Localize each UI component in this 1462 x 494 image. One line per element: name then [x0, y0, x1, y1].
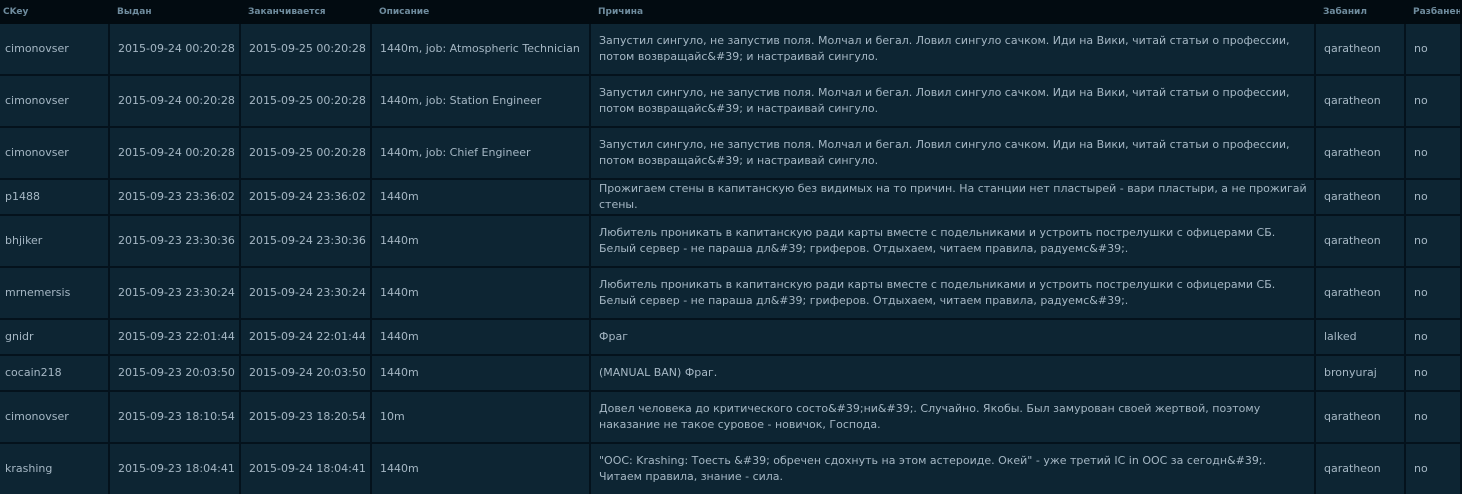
- cell-description: 1440m, job: Chief Engineer: [372, 128, 591, 180]
- table-row: p1488 2015-09-23 23:36:02 2015-09-24 23:…: [0, 180, 1462, 216]
- cell-issued: 2015-09-23 23:36:02: [110, 180, 241, 216]
- table-row: cimonovser 2015-09-23 18:10:54 2015-09-2…: [0, 392, 1462, 444]
- cell-reason: Прожигаем стены в капитанскую без видимы…: [591, 180, 1316, 216]
- table-row: cimonovser 2015-09-24 00:20:28 2015-09-2…: [0, 128, 1462, 180]
- cell-description: 1440m, job: Atmospheric Technician: [372, 24, 591, 76]
- cell-reason: Запустил сингуло, не запустив поля. Молч…: [591, 24, 1316, 76]
- cell-description: 1440m, job: Station Engineer: [372, 76, 591, 128]
- cell-admin: qaratheon: [1316, 216, 1406, 268]
- cell-issued: 2015-09-24 00:20:28: [110, 76, 241, 128]
- cell-admin: qaratheon: [1316, 24, 1406, 76]
- cell-expires: 2015-09-23 18:20:54: [241, 392, 372, 444]
- cell-ckey: krashing: [0, 444, 110, 494]
- cell-ckey: cocain218: [0, 356, 110, 392]
- ban-table: CKey Выдан Заканчивается Описание Причин…: [0, 0, 1462, 494]
- cell-ckey: cimonovser: [0, 392, 110, 444]
- cell-unbanned: no: [1406, 24, 1462, 76]
- cell-issued: 2015-09-23 20:03:50: [110, 356, 241, 392]
- cell-description: 1440m: [372, 180, 591, 216]
- cell-ckey: bhjiker: [0, 216, 110, 268]
- cell-description: 10m: [372, 392, 591, 444]
- cell-admin: bronyuraj: [1316, 356, 1406, 392]
- cell-admin: qaratheon: [1316, 76, 1406, 128]
- cell-unbanned: no: [1406, 444, 1462, 494]
- cell-expires: 2015-09-25 00:20:28: [241, 128, 372, 180]
- cell-unbanned: no: [1406, 320, 1462, 356]
- cell-unbanned: no: [1406, 76, 1462, 128]
- cell-reason: "OOC: Krashing: Тоесть &#39; обречен сдо…: [591, 444, 1316, 494]
- cell-reason: Любитель проникать в капитанскую ради ка…: [591, 216, 1316, 268]
- table-row: cimonovser 2015-09-24 00:20:28 2015-09-2…: [0, 76, 1462, 128]
- ban-list-page: CKey Выдан Заканчивается Описание Причин…: [0, 0, 1462, 494]
- cell-description: 1440m: [372, 444, 591, 494]
- cell-admin: qaratheon: [1316, 444, 1406, 494]
- cell-ckey: cimonovser: [0, 128, 110, 180]
- cell-issued: 2015-09-23 23:30:24: [110, 268, 241, 320]
- cell-reason: Запустил сингуло, не запустив поля. Молч…: [591, 76, 1316, 128]
- column-header-issued[interactable]: Выдан: [110, 0, 241, 24]
- cell-issued: 2015-09-24 00:20:28: [110, 128, 241, 180]
- ban-table-header: CKey Выдан Заканчивается Описание Причин…: [0, 0, 1462, 24]
- cell-expires: 2015-09-25 00:20:28: [241, 24, 372, 76]
- cell-admin: lalked: [1316, 320, 1406, 356]
- cell-unbanned: no: [1406, 128, 1462, 180]
- cell-description: 1440m: [372, 268, 591, 320]
- table-row: mrnemersis 2015-09-23 23:30:24 2015-09-2…: [0, 268, 1462, 320]
- column-header-description[interactable]: Описание: [372, 0, 591, 24]
- cell-issued: 2015-09-23 23:30:36: [110, 216, 241, 268]
- cell-expires: 2015-09-24 22:01:44: [241, 320, 372, 356]
- cell-expires: 2015-09-25 00:20:28: [241, 76, 372, 128]
- column-header-expires[interactable]: Заканчивается: [241, 0, 372, 24]
- cell-unbanned: no: [1406, 180, 1462, 216]
- table-row: gnidr 2015-09-23 22:01:44 2015-09-24 22:…: [0, 320, 1462, 356]
- cell-ckey: gnidr: [0, 320, 110, 356]
- table-row: cimonovser 2015-09-24 00:20:28 2015-09-2…: [0, 24, 1462, 76]
- cell-expires: 2015-09-24 23:36:02: [241, 180, 372, 216]
- cell-admin: qaratheon: [1316, 268, 1406, 320]
- cell-reason: Запустил сингуло, не запустив поля. Молч…: [591, 128, 1316, 180]
- cell-ckey: p1488: [0, 180, 110, 216]
- table-row: cocain218 2015-09-23 20:03:50 2015-09-24…: [0, 356, 1462, 392]
- header-row: CKey Выдан Заканчивается Описание Причин…: [0, 0, 1462, 24]
- cell-reason: Любитель проникать в капитанскую ради ка…: [591, 268, 1316, 320]
- column-header-ckey[interactable]: CKey: [0, 0, 110, 24]
- cell-issued: 2015-09-23 18:04:41: [110, 444, 241, 494]
- cell-admin: qaratheon: [1316, 392, 1406, 444]
- cell-ckey: cimonovser: [0, 76, 110, 128]
- cell-issued: 2015-09-23 18:10:54: [110, 392, 241, 444]
- table-row: bhjiker 2015-09-23 23:30:36 2015-09-24 2…: [0, 216, 1462, 268]
- cell-reason: Довел человека до критического состо&#39…: [591, 392, 1316, 444]
- cell-expires: 2015-09-24 23:30:24: [241, 268, 372, 320]
- ban-table-body: cimonovser 2015-09-24 00:20:28 2015-09-2…: [0, 24, 1462, 494]
- table-row: krashing 2015-09-23 18:04:41 2015-09-24 …: [0, 444, 1462, 494]
- column-header-unbanned[interactable]: Разбанен: [1406, 0, 1462, 24]
- column-header-reason[interactable]: Причина: [591, 0, 1316, 24]
- cell-admin: qaratheon: [1316, 180, 1406, 216]
- cell-reason: Фраг: [591, 320, 1316, 356]
- cell-expires: 2015-09-24 18:04:41: [241, 444, 372, 494]
- cell-admin: qaratheon: [1316, 128, 1406, 180]
- cell-ckey: cimonovser: [0, 24, 110, 76]
- cell-description: 1440m: [372, 216, 591, 268]
- cell-reason: (MANUAL BAN) Фраг.: [591, 356, 1316, 392]
- cell-expires: 2015-09-24 20:03:50: [241, 356, 372, 392]
- cell-description: 1440m: [372, 320, 591, 356]
- cell-unbanned: no: [1406, 268, 1462, 320]
- cell-issued: 2015-09-23 22:01:44: [110, 320, 241, 356]
- cell-ckey: mrnemersis: [0, 268, 110, 320]
- cell-unbanned: no: [1406, 356, 1462, 392]
- cell-description: 1440m: [372, 356, 591, 392]
- cell-expires: 2015-09-24 23:30:36: [241, 216, 372, 268]
- cell-unbanned: no: [1406, 216, 1462, 268]
- column-header-admin[interactable]: Забанил: [1316, 0, 1406, 24]
- cell-unbanned: no: [1406, 392, 1462, 444]
- cell-issued: 2015-09-24 00:20:28: [110, 24, 241, 76]
